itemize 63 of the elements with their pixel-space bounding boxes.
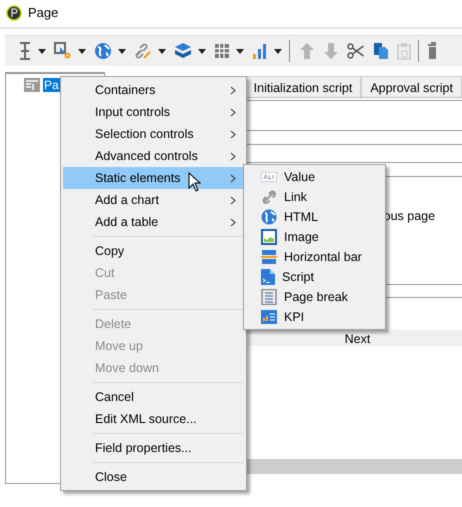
globe-icon (261, 209, 277, 225)
caret-icon (78, 48, 86, 54)
chevron-icon (230, 196, 236, 204)
caret-icon (198, 48, 206, 54)
menu-item[interactable]: Script (246, 267, 383, 287)
caret-icon (118, 48, 126, 54)
down-arrow-icon (323, 42, 339, 60)
input-gear-icon (54, 42, 72, 60)
tab[interactable]: Initialization script (244, 76, 362, 97)
menu-item[interactable]: Copy (63, 240, 244, 262)
image-icon (261, 229, 277, 245)
link-pencil-icon (134, 42, 152, 60)
globe-icon (94, 42, 112, 60)
tree-item[interactable]: Pa (43, 78, 60, 92)
menu-item[interactable]: Static elements (63, 167, 244, 189)
bar-chart-icon (252, 42, 268, 60)
caret-icon (38, 48, 46, 54)
trash-icon (428, 42, 436, 60)
script-icon (261, 269, 275, 285)
chevron-icon (230, 130, 236, 138)
caret-icon (236, 48, 244, 54)
menu-item[interactable]: HTML (246, 207, 383, 227)
next-button[interactable]: Next (344, 332, 370, 346)
scissors-icon (347, 43, 365, 59)
menu-item[interactable]: Close (63, 466, 244, 488)
menu-item[interactable]: Link (246, 187, 383, 207)
menu-item[interactable]: Field properties... (63, 437, 244, 459)
chevron-icon (230, 152, 236, 160)
chevron-icon (230, 174, 236, 182)
menu-item[interactable]: Page break (246, 287, 383, 307)
page-icon (24, 78, 40, 92)
caret-icon (158, 48, 166, 54)
menu-item[interactable]: Selection controls (63, 123, 244, 145)
menu-item[interactable]: Value (246, 167, 383, 187)
menu-item[interactable]: KPI (246, 307, 383, 327)
chevron-icon (230, 86, 236, 94)
grid-icon (214, 43, 230, 59)
kpi-icon (261, 310, 277, 324)
layers-icon (174, 42, 192, 60)
menu-item[interactable]: Edit XML source... (63, 408, 244, 430)
menu-item[interactable]: Image (246, 227, 383, 247)
page-break-icon (261, 289, 277, 305)
cursor-icon (188, 172, 201, 192)
menu-item[interactable]: Cancel (63, 386, 244, 408)
menu-item[interactable]: Add a chart (63, 189, 244, 211)
menu-item[interactable]: Add a table (63, 211, 244, 233)
text-cursor-icon (18, 42, 32, 60)
copy-icon (373, 42, 389, 60)
chevron-icon (230, 218, 236, 226)
link-icon (261, 189, 277, 205)
app-logo-icon (6, 4, 22, 20)
text-field-icon (261, 169, 277, 185)
menu-item[interactable]: Advanced controls (63, 145, 244, 167)
horizontal-bar-icon (261, 249, 277, 265)
up-arrow-icon (299, 42, 315, 60)
window-title: Page (28, 5, 58, 20)
paste-icon (397, 42, 411, 60)
menu-item[interactable]: Containers (63, 79, 244, 101)
tab[interactable]: Approval script (361, 76, 462, 97)
menu-item[interactable]: Horizontal bar (246, 247, 383, 267)
caret-icon (274, 48, 282, 54)
menu-item[interactable]: Input controls (63, 101, 244, 123)
chevron-icon (230, 108, 236, 116)
